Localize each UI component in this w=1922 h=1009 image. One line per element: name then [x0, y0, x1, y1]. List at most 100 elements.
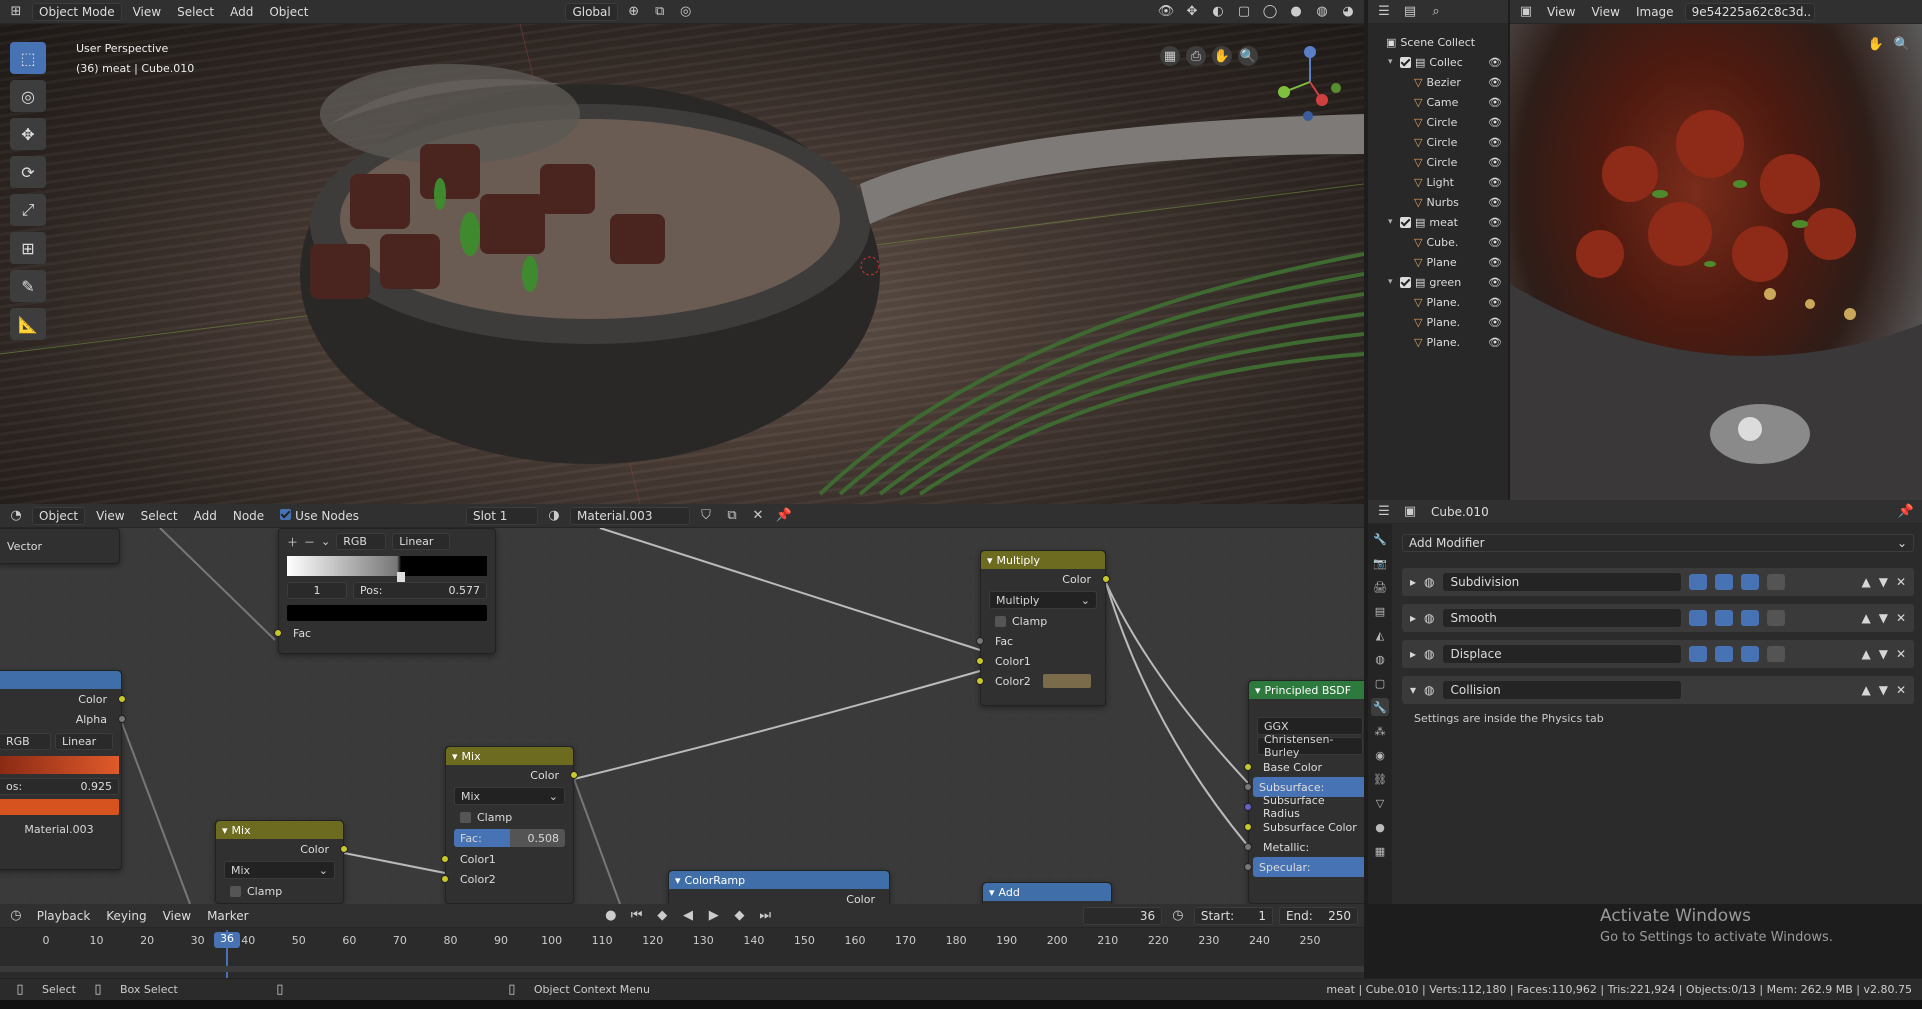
subsurface-socket[interactable] [1244, 783, 1252, 791]
add-node[interactable]: ▾ Add [982, 882, 1112, 904]
scene-tab-icon[interactable]: ◭ [1371, 626, 1389, 644]
visibility-eye-icon[interactable]: 👁 [1488, 156, 1502, 169]
outliner-row[interactable]: ▽ Nurbs 👁 [1368, 192, 1508, 212]
panel-expand-icon[interactable]: ▸ [1410, 647, 1416, 661]
camera-icon[interactable]: ⎙ [1186, 46, 1206, 66]
visibility-eye-icon[interactable]: 👁 [1488, 96, 1502, 109]
outliner-row[interactable]: ▽ Circle 👁 [1368, 132, 1508, 152]
stop-color-swatch[interactable] [287, 605, 487, 621]
axis-gizmo[interactable] [1270, 42, 1350, 122]
visibility-eye-icon[interactable]: 👁 [1488, 316, 1502, 329]
alpha-out-socket[interactable] [118, 715, 126, 723]
pin-icon[interactable]: 📌 [1896, 502, 1916, 522]
panel-expand-icon[interactable]: ▸ [1410, 611, 1416, 625]
colorramp-node-2[interactable]: Color Alpha RGB Linear os: 0.925 Material… [0, 670, 126, 870]
mix1-fac-slider[interactable]: Fac: 0.508 [454, 829, 565, 847]
menu-object[interactable]: Object [264, 3, 313, 21]
visibility-eye-icon[interactable]: 👁 [1488, 236, 1502, 249]
display-mode-icon[interactable]: ▤ [1400, 2, 1420, 22]
3d-viewport[interactable]: ⬚ ◎ ✥ ⟳ ⤢ ⊞ ✎ 📐 User Perspective (36) me… [0, 24, 1364, 504]
visibility-eye-icon[interactable]: 👁 [1488, 256, 1502, 269]
remove-modifier-icon[interactable]: ✕ [1896, 683, 1906, 697]
mix1-clamp[interactable]: Clamp [446, 807, 573, 827]
subsurface-radius-socket[interactable] [1244, 803, 1252, 811]
modifier-tab-icon[interactable]: 🔧 [1371, 698, 1389, 716]
clamp-checkbox[interactable] [995, 615, 1006, 627]
visibility-eye-icon[interactable]: 👁 [1488, 76, 1502, 89]
bsdf-sss-dropdown[interactable]: Christensen-Burley [1257, 733, 1363, 759]
material-name-field[interactable]: Material.003 [569, 506, 690, 525]
node-menu-add[interactable]: Add [189, 507, 222, 525]
viewport-toggle-icon[interactable] [1714, 646, 1733, 662]
editor-type-icon[interactable]: ⊞ [6, 2, 26, 22]
visibility-eye-icon[interactable]: 👁 [1488, 336, 1502, 349]
clamp-checkbox[interactable] [460, 811, 471, 823]
viewport-toggle-icon[interactable] [1714, 610, 1733, 626]
visibility-icon[interactable]: 👁 [1156, 2, 1176, 22]
outliner-row[interactable]: ▾ ▤ meat 👁 [1368, 212, 1508, 232]
cage-toggle-icon[interactable] [1766, 610, 1785, 626]
outliner-row[interactable]: ▽ Came 👁 [1368, 92, 1508, 112]
grid-icon[interactable]: ▦ [1160, 46, 1180, 66]
object-tab-icon[interactable]: ▢ [1371, 674, 1389, 692]
mix-node-2[interactable]: ▾ Mix Color Mix ⌄ Clamp [215, 820, 348, 904]
color1-socket[interactable] [441, 855, 449, 863]
mix2-clamp[interactable]: Clamp [216, 881, 343, 901]
visibility-eye-icon[interactable]: 👁 [1488, 196, 1502, 209]
move-down-icon[interactable]: ▼ [1879, 575, 1888, 589]
modifier-name-field[interactable]: Collision [1442, 681, 1681, 699]
shading-rendered-icon[interactable]: ◕ [1338, 2, 1358, 22]
color-out-socket[interactable] [118, 695, 126, 703]
tool-tab-icon[interactable]: 🔧 [1371, 530, 1389, 548]
pan-icon[interactable]: ✋ [1866, 34, 1886, 54]
node-menu-select[interactable]: Select [136, 507, 183, 525]
mix2-out-socket[interactable] [340, 845, 348, 853]
collection-checkbox[interactable] [1400, 216, 1411, 228]
outliner-row[interactable]: ▾ ▤ Collec 👁 [1368, 52, 1508, 72]
modifier-panel[interactable]: ▸ ◍ Subdivision ▲ ▼ ✕ [1402, 568, 1914, 596]
select-tool-icon[interactable]: ⬚ [10, 42, 46, 74]
unlink-icon[interactable]: ✕ [748, 506, 768, 526]
render-tab-icon[interactable]: 📷 [1371, 554, 1389, 572]
vector-node[interactable]: Vector [0, 528, 120, 564]
slot-dropdown[interactable]: Slot 1 [465, 506, 538, 525]
fake-user-icon[interactable]: ⛉ [696, 506, 716, 526]
move-up-icon[interactable]: ▲ [1861, 575, 1870, 589]
shading-wire-icon[interactable]: ◯ [1260, 2, 1280, 22]
material-tab-icon[interactable]: ● [1371, 818, 1389, 836]
color2-socket[interactable] [976, 677, 984, 685]
cage-toggle-icon[interactable] [1766, 574, 1785, 590]
modifier-name-field[interactable]: Subdivision [1442, 573, 1681, 591]
subsurface-color-socket[interactable] [1244, 823, 1252, 831]
zoom-icon[interactable]: 🔍 [1238, 46, 1258, 66]
fac-socket[interactable] [976, 637, 984, 645]
expand-arrow-icon[interactable]: ▾ [1388, 277, 1400, 287]
transform-tool-icon[interactable]: ⊞ [10, 232, 46, 264]
outliner-row[interactable]: ▽ Cube. 👁 [1368, 232, 1508, 252]
color2-socket[interactable] [441, 875, 449, 883]
color1-socket[interactable] [976, 657, 984, 665]
move-tool-icon[interactable]: ✥ [10, 118, 46, 150]
render-toggle-icon[interactable] [1688, 646, 1707, 662]
proportional-icon[interactable]: ◎ [676, 2, 696, 22]
outliner-row[interactable]: ▽ Circle 👁 [1368, 152, 1508, 172]
cursor-tool-icon[interactable]: ◎ [10, 80, 46, 112]
output-tab-icon[interactable]: 🖨 [1371, 578, 1389, 596]
base-color-socket[interactable] [1244, 763, 1252, 771]
modifier-name-field[interactable]: Displace [1442, 645, 1681, 663]
remove-modifier-icon[interactable]: ✕ [1896, 611, 1906, 625]
remove-modifier-icon[interactable]: ✕ [1896, 575, 1906, 589]
remove-modifier-icon[interactable]: ✕ [1896, 647, 1906, 661]
clamp-checkbox[interactable] [230, 885, 241, 897]
measure-tool-icon[interactable]: 📐 [10, 308, 46, 340]
use-nodes-checkbox[interactable]: Use Nodes [275, 507, 364, 525]
duplicate-icon[interactable]: ⧉ [722, 506, 742, 526]
node-editor-type-icon[interactable]: ◔ [6, 506, 26, 526]
ramp-gradient[interactable] [287, 556, 487, 582]
modifier-panel[interactable]: ▸ ◍ Displace ▲ ▼ ✕ [1402, 640, 1914, 668]
search-icon[interactable]: ⌕ [1426, 2, 1446, 22]
outliner-row[interactable]: ▽ Circle 👁 [1368, 112, 1508, 132]
gizmo-icon[interactable]: ✥ [1182, 2, 1202, 22]
bsdf-specular[interactable]: Specular: [1244, 857, 1364, 877]
timeline-scrollbar[interactable] [0, 966, 1364, 972]
